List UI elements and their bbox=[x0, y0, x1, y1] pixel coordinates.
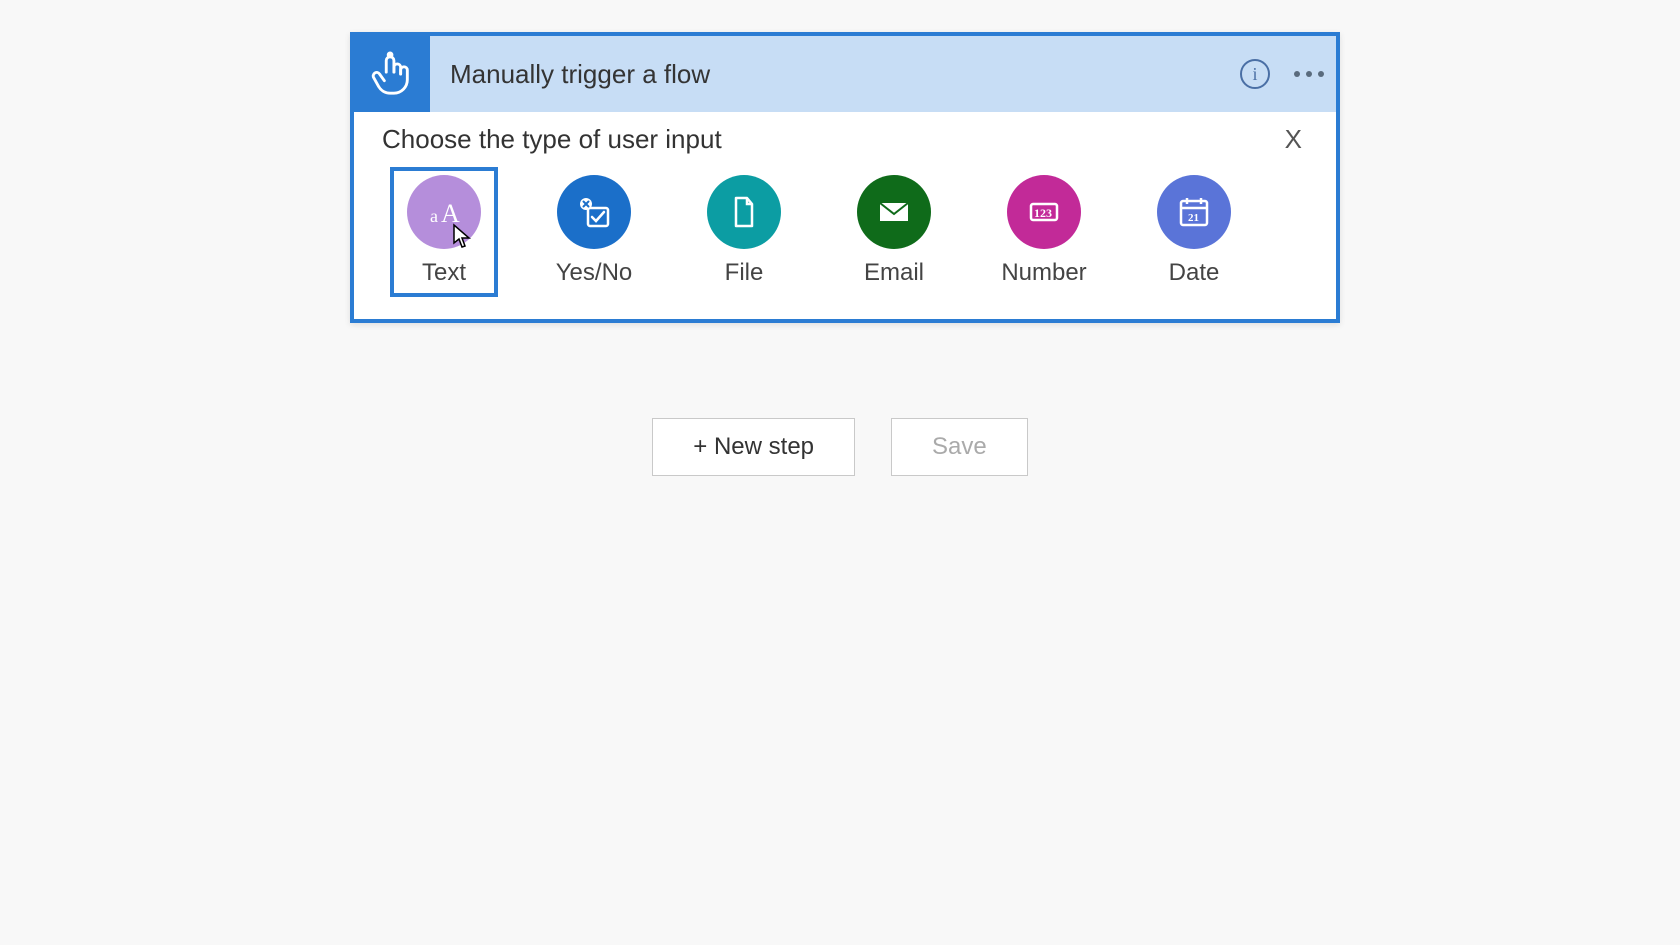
more-options-button[interactable] bbox=[1282, 71, 1336, 77]
input-type-label: Email bbox=[864, 259, 924, 287]
input-type-label: Yes/No bbox=[556, 259, 633, 287]
ellipsis-icon bbox=[1294, 71, 1324, 77]
svg-text:21: 21 bbox=[1188, 212, 1199, 224]
input-type-file[interactable]: File bbox=[690, 167, 798, 297]
svg-text:A: A bbox=[441, 199, 460, 228]
trigger-card: Manually trigger a flow i Choose the typ… bbox=[350, 32, 1340, 323]
date-icon: 21 bbox=[1157, 175, 1231, 249]
input-type-label: Text bbox=[422, 259, 466, 287]
text-icon: aA bbox=[407, 175, 481, 249]
svg-text:a: a bbox=[430, 206, 438, 226]
input-type-label: Number bbox=[1001, 259, 1086, 287]
trigger-card-body: Choose the type of user input X aA Text bbox=[354, 112, 1336, 319]
input-type-label: Date bbox=[1169, 259, 1220, 287]
close-chooser-button[interactable]: X bbox=[1279, 124, 1308, 155]
new-step-button[interactable]: + New step bbox=[652, 418, 855, 476]
chooser-heading: Choose the type of user input bbox=[382, 124, 722, 155]
input-type-label: File bbox=[725, 259, 764, 287]
info-icon: i bbox=[1240, 59, 1270, 89]
trigger-card-header: Manually trigger a flow i bbox=[354, 36, 1336, 112]
manual-trigger-icon bbox=[354, 36, 430, 112]
email-icon bbox=[857, 175, 931, 249]
input-type-yesno[interactable]: Yes/No bbox=[540, 167, 648, 297]
trigger-title[interactable]: Manually trigger a flow bbox=[430, 59, 1228, 90]
yesno-icon bbox=[557, 175, 631, 249]
save-button[interactable]: Save bbox=[891, 418, 1028, 476]
info-button[interactable]: i bbox=[1228, 59, 1282, 89]
input-type-date[interactable]: 21 Date bbox=[1140, 167, 1248, 297]
input-type-number[interactable]: 123 Number bbox=[990, 167, 1098, 297]
input-type-list: aA Text bbox=[382, 155, 1308, 307]
input-type-email[interactable]: Email bbox=[840, 167, 948, 297]
svg-text:123: 123 bbox=[1034, 206, 1052, 220]
number-icon: 123 bbox=[1007, 175, 1081, 249]
flow-actions: + New step Save bbox=[0, 418, 1680, 476]
input-type-text[interactable]: aA Text bbox=[390, 167, 498, 297]
file-icon bbox=[707, 175, 781, 249]
